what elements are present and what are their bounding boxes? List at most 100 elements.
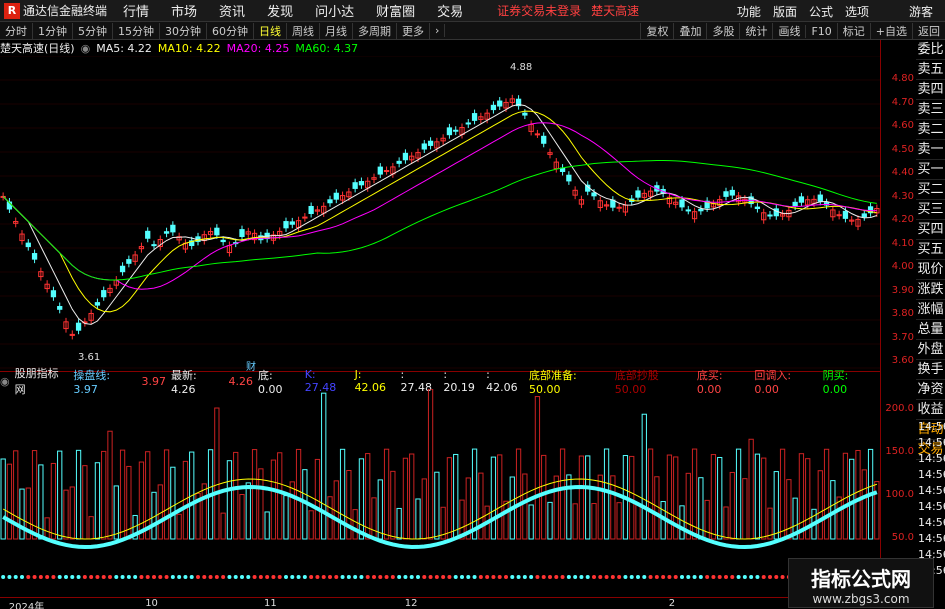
signal-dot [328,575,332,579]
menu-caifuquan[interactable]: 财富圈 [376,1,415,20]
volume-bar [57,450,63,540]
tool-f10[interactable]: F10 [805,24,836,38]
price-chart-panel[interactable]: 4.88 3.61 财 [0,55,880,373]
ma10-value: MA10: 4.22 [157,41,221,55]
tool-biaoji[interactable]: 标记 [836,23,870,39]
period-more[interactable]: 更多 [397,22,430,39]
tool-diejia[interactable]: 叠加 [673,23,706,39]
tool-tongji[interactable]: 统计 [739,23,772,39]
menu-gongshi[interactable]: 公式 [809,3,833,20]
y-tick-price: 3.90 [891,284,914,296]
candle-body [283,221,289,229]
time-entry: 14:56 [918,452,945,465]
volume-bar [836,496,842,540]
indicator-line-j [2,478,878,540]
indicator-chart-panel[interactable] [0,388,880,599]
volume-bar [264,511,270,540]
signal-dot [504,575,508,579]
period-1min[interactable]: 1分钟 [33,22,73,39]
tool-zixuan[interactable]: +自选 [869,23,912,39]
signal-dot [227,575,232,579]
menu-banmian[interactable]: 版面 [773,3,797,20]
volume-bar [201,483,207,540]
signal-dot [302,575,307,579]
signal-dot [372,575,376,579]
volume-bar [591,503,597,540]
tool-duogu[interactable]: 多股 [706,23,739,39]
signal-dot [529,575,534,579]
period-60min[interactable]: 60分钟 [207,22,254,39]
y-tick-price: 4.80 [891,73,914,84]
volume-bar [365,453,371,540]
period-monthly[interactable]: 月线 [320,22,353,39]
y-tick-price: 4.10 [891,237,914,249]
signal-dot [403,575,408,579]
period-15min[interactable]: 15分钟 [113,22,160,39]
signal-dot [560,575,565,579]
candle-body [635,190,641,198]
candlestick-chart[interactable]: 4.88 3.61 财 [0,55,880,373]
signal-dot [177,575,182,579]
volume-bar [295,448,302,540]
candle-body [214,227,220,236]
signal-dot [233,575,238,579]
volume-bar [270,459,277,540]
signal-dot [441,575,446,579]
menu-zixun[interactable]: 资讯 [219,1,245,20]
period-daily[interactable]: 日线 [254,22,287,39]
tool-fuquan[interactable]: 复权 [640,23,673,39]
period-toolbar: 分时 1分钟 5分钟 15分钟 30分钟 60分钟 日线 周线 月线 多周期 更… [0,22,945,40]
signal-dot [497,575,502,579]
signal-dot [673,575,678,579]
ma-line [2,160,877,281]
app-logo-icon: R [4,2,20,19]
menu-wenxiaoda[interactable]: 问小达 [315,1,354,20]
volume-bar [748,438,754,540]
signal-dot [548,575,552,579]
signal-dot [397,575,402,579]
y-tick-indicator: 150.0 [885,446,914,457]
menu-jiaoyi[interactable]: 交易 [437,1,463,20]
signal-dot [592,575,596,579]
expand-circle-icon[interactable]: ◉ [0,375,10,388]
menu-gongneng[interactable]: 功能 [737,3,761,20]
signal-dot [271,575,276,579]
signal-dot [265,575,270,579]
period-fenshi[interactable]: 分时 [0,22,33,39]
event-marker: 财 [246,360,256,372]
volume-bar [786,479,792,540]
login-warning[interactable]: 证券交易未登录 [497,2,581,19]
chevron-right-icon[interactable]: › [430,24,446,37]
period-5min[interactable]: 5分钟 [73,22,113,39]
indicator-field-1: 3.97 [141,374,167,388]
signal-dot [133,575,138,579]
menu-xuanxiang[interactable]: 选项 [845,3,869,20]
candle-body [471,113,478,121]
expand-circle-icon[interactable]: ◉ [81,42,91,55]
indicator-line-k [2,485,878,549]
indicator-info-bar: ◉ 股朋指标网 操盘线: 3.97 3.97 最新: 4.26 4.26 底: 0.… [0,367,880,396]
tool-fanhui[interactable]: 返回 [912,23,945,39]
guest-label[interactable]: 游客 [909,3,933,20]
signal-dot [170,575,175,579]
volume-bar [534,396,541,540]
period-multi[interactable]: 多周期 [353,22,397,39]
period-30min[interactable]: 30分钟 [160,22,207,39]
menu-hangqing[interactable]: 行情 [123,1,149,20]
volume-bar [629,455,635,540]
candle-body [126,259,132,264]
indicator-chart[interactable] [0,388,880,599]
volume-bar [63,489,69,540]
app-window: R 通达信金融终端 行情 市场 资讯 发现 问小达 财富圈 交易 证券交易未登录… [0,0,945,609]
signal-dot [95,575,100,579]
signal-dot [761,575,766,579]
signal-dot [214,575,219,579]
signal-dot [45,575,50,579]
tool-huaxian[interactable]: 画线 [772,23,805,39]
signal-dot [365,575,370,579]
candle-body [817,194,823,202]
menu-shichang[interactable]: 市场 [171,1,197,20]
volume-bar [170,466,176,540]
period-weekly[interactable]: 周线 [287,22,320,39]
menu-faxian[interactable]: 发现 [267,1,293,20]
